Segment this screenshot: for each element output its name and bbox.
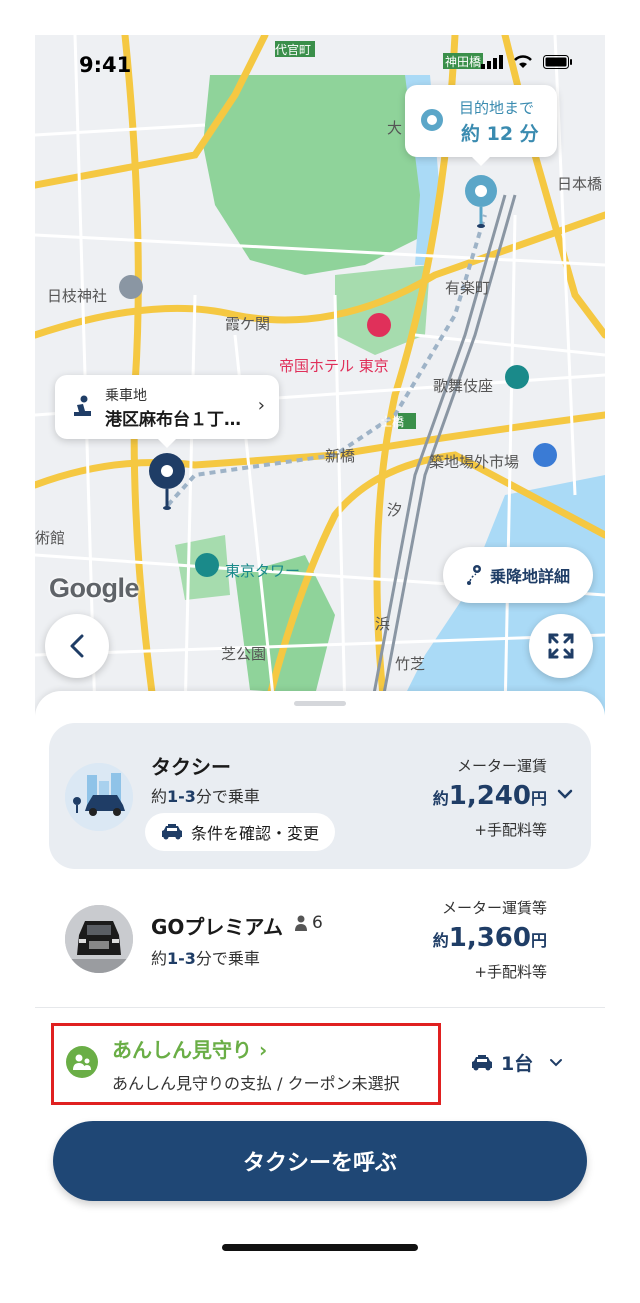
- fullscreen-button[interactable]: [529, 614, 593, 678]
- option-name: GOプレミアム: [151, 915, 284, 939]
- map-label: 神田橋: [445, 55, 482, 69]
- map-label: 術館: [35, 529, 66, 547]
- chevron-down-icon: [550, 1058, 563, 1066]
- safety-watch-option[interactable]: あんしん見守り › あんしん見守りの支払 / クーポン未選択: [51, 1023, 441, 1105]
- map-label: 大: [387, 119, 403, 137]
- taxi-image: [65, 763, 133, 831]
- back-button[interactable]: [45, 614, 109, 678]
- safety-watch-subtitle: あんしん見守りの支払 / クーポン未選択: [112, 1074, 400, 1093]
- option-eta: 約1-3分で乗車: [151, 787, 260, 806]
- sheet-handle[interactable]: [294, 701, 346, 706]
- pickup-detail-label: 乗降地詳細: [489, 567, 570, 586]
- check-conditions-label: 条件を確認・変更: [191, 824, 320, 843]
- fare-label: メーター運賃: [456, 757, 547, 775]
- destination-ring-icon: [421, 109, 443, 131]
- map-label: 東京タワー: [225, 562, 301, 580]
- ride-option-premium[interactable]: GOプレミアム 6 約1-3分で乗車 メーター運賃等 約 1,360 円 +手配料等: [49, 881, 591, 1001]
- chevron-right-icon: ›: [257, 395, 265, 416]
- callout-tail: [471, 156, 491, 166]
- family-icon: [66, 1046, 98, 1078]
- cellular-signal-icon: [481, 55, 503, 69]
- divider: [35, 1007, 605, 1008]
- route-pin-icon: [466, 565, 481, 585]
- map-label: 霞ケ関: [225, 315, 271, 333]
- map-label: 日本橋: [557, 175, 603, 193]
- map-label: 有楽町: [445, 279, 491, 297]
- status-icons: [481, 55, 573, 69]
- map-label: 日枝神社: [47, 287, 108, 305]
- car-icon: [472, 1054, 492, 1070]
- map-label: 汐: [387, 501, 403, 519]
- option-eta: 約1-3分で乗車: [151, 949, 260, 968]
- fare-extra: +手配料等: [474, 963, 547, 981]
- person-icon: [295, 915, 307, 931]
- map-label: 新橋: [325, 447, 356, 465]
- chevron-left-icon: [70, 634, 84, 658]
- map-label: 芝公園: [221, 645, 267, 663]
- phone-screen: 9:41 日枝神社 霞ケ関 帝国ホテル 東京 歌舞伎座 築地場外市場 新橋 東京…: [35, 35, 605, 1267]
- call-taxi-button[interactable]: タクシーを呼ぶ: [53, 1121, 587, 1201]
- vehicle-count: 1台: [501, 1053, 534, 1075]
- wifi-icon: [514, 55, 532, 68]
- chevron-down-icon[interactable]: [557, 789, 573, 799]
- fare-amount: 約 1,240 円: [432, 781, 547, 811]
- home-indicator: [222, 1244, 418, 1251]
- expand-icon: [548, 633, 574, 659]
- status-time: 9:41: [79, 53, 132, 77]
- map-label: 代官町: [275, 43, 312, 57]
- premium-car-illustration: [65, 905, 133, 973]
- ride-option-taxi[interactable]: タクシー 約1-3分で乗車 条件を確認・変更 メーター運賃 約 1,240 円 +手…: [49, 723, 591, 869]
- safety-watch-title: あんしん見守り ›: [112, 1038, 268, 1062]
- destination-label: 目的地まで: [459, 99, 535, 117]
- fare-amount: 約 1,360 円: [432, 923, 547, 953]
- pickup-detail-button[interactable]: 乗降地詳細: [443, 547, 593, 603]
- google-logo: Google: [49, 573, 140, 603]
- destination-callout: 目的地まで 約 12 分: [405, 85, 557, 166]
- callout-tail: [157, 438, 177, 448]
- premium-car-image: [65, 905, 133, 973]
- map-label: 浜: [375, 615, 391, 633]
- destination-duration: 約 12 分: [461, 123, 539, 145]
- map-label: 土橋: [380, 415, 405, 429]
- battery-icon: [543, 55, 572, 69]
- pickup-label: 乗車地: [105, 388, 147, 404]
- bottom-sheet: タクシー 約1-3分で乗車 条件を確認・変更 メーター運賃 約 1,240 円 +手…: [35, 691, 605, 1267]
- vehicle-count-selector[interactable]: 1台: [471, 1049, 563, 1076]
- map-view[interactable]: 9:41 日枝神社 霞ケ関 帝国ホテル 東京 歌舞伎座 築地場外市場 新橋 東京…: [35, 35, 605, 715]
- check-conditions-button[interactable]: 条件を確認・変更: [145, 813, 336, 851]
- taxi-illustration: [65, 763, 133, 831]
- fare-label: メーター運賃等: [441, 899, 547, 917]
- map-label: 竹芝: [395, 655, 426, 673]
- passenger-seat-icon: [74, 395, 91, 416]
- map-label: 築地場外市場: [429, 453, 520, 471]
- fare-extra: +手配料等: [474, 821, 547, 839]
- map-label: 帝国ホテル 東京: [279, 357, 389, 375]
- map-label: 歌舞伎座: [433, 377, 494, 395]
- option-name: タクシー: [151, 755, 231, 779]
- pickup-callout[interactable]: 乗車地 港区麻布台１丁… ›: [55, 375, 279, 448]
- pickup-address: 港区麻布台１丁…: [105, 410, 241, 430]
- car-icon: [162, 824, 182, 840]
- capacity-badge: 6: [294, 913, 323, 933]
